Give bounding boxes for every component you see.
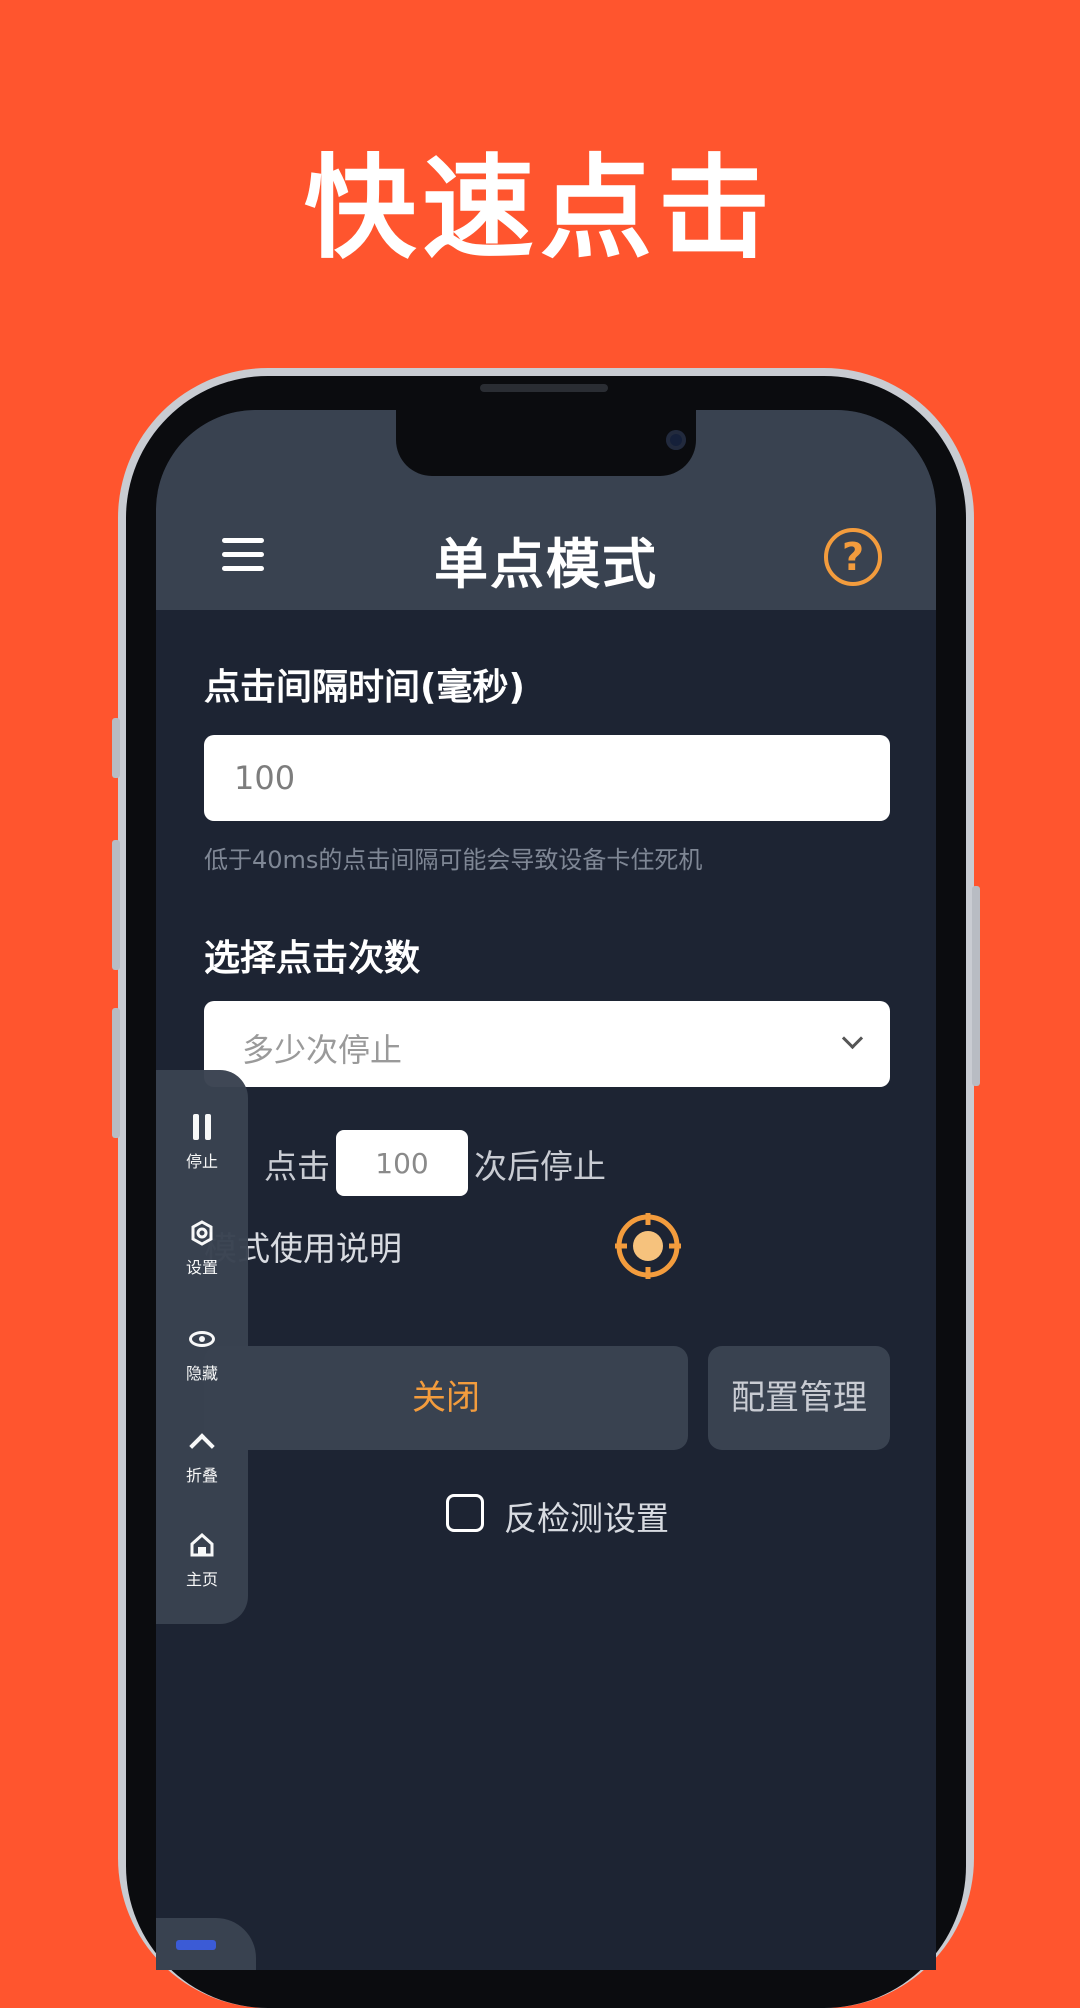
toolbar-collapse[interactable]: 折叠 (156, 1424, 248, 1486)
toolbar-home[interactable]: 主页 (156, 1528, 248, 1590)
anti-detect-label: 反检测设置 (504, 1499, 669, 1538)
count-label: 选择点击次数 (204, 938, 421, 979)
toolbar-hide[interactable]: 隐藏 (156, 1322, 248, 1384)
front-camera (666, 430, 686, 450)
toolbar-settings-label: 设置 (185, 1258, 218, 1277)
config-manage-button[interactable]: 配置管理 (708, 1346, 890, 1450)
toolbar-settings[interactable]: 设置 (156, 1216, 248, 1278)
anti-detect-checkbox[interactable] (446, 1494, 484, 1532)
app-screen: 单点模式 ? 点击间隔时间(毫秒) 低于40ms的点击间隔可能会导致设备卡住死机… (156, 410, 936, 1970)
toolbar-collapse-label: 折叠 (185, 1466, 218, 1485)
toolbar-home-label: 主页 (185, 1570, 218, 1589)
question-circle-icon[interactable]: ? (824, 528, 882, 586)
toolbar-stop[interactable]: 停止 (156, 1110, 248, 1172)
bottom-floating-tab[interactable] (156, 1918, 256, 1970)
interval-label: 点击间隔时间(毫秒) (204, 667, 525, 708)
close-button[interactable]: 关闭 (204, 1346, 688, 1450)
floating-toolbar: 停止 设置 隐藏 折叠 主页 (156, 1070, 248, 1624)
phone-side-button (112, 840, 120, 970)
crosshair-icon[interactable] (612, 1210, 684, 1282)
chevron-up-icon (189, 1433, 215, 1459)
interval-hint: 低于40ms的点击间隔可能会导致设备卡住死机 (204, 846, 703, 874)
page-title: 单点模式 (434, 533, 658, 596)
promo-title: 快速点击 (304, 144, 776, 274)
pause-icon (193, 1114, 211, 1140)
count-prefix: 点击 (264, 1147, 330, 1186)
eye-icon (189, 1331, 215, 1347)
toolbar-stop-label: 停止 (185, 1152, 218, 1171)
count-select[interactable]: 多少次停止 (204, 1001, 890, 1087)
count-select-value: 多少次停止 (242, 1031, 403, 1069)
phone-side-button (112, 1008, 120, 1138)
chevron-down-icon (841, 1027, 864, 1050)
phone-side-button (972, 886, 980, 1086)
gear-icon (191, 1220, 213, 1246)
count-input[interactable] (336, 1130, 468, 1196)
phone-side-button (112, 718, 120, 778)
phone-notch (396, 410, 696, 476)
count-suffix: 次后停止 (474, 1147, 606, 1186)
home-icon (190, 1532, 214, 1557)
toolbar-hide-label: 隐藏 (185, 1364, 218, 1383)
phone-speaker (480, 384, 608, 392)
interval-input[interactable] (204, 735, 890, 821)
